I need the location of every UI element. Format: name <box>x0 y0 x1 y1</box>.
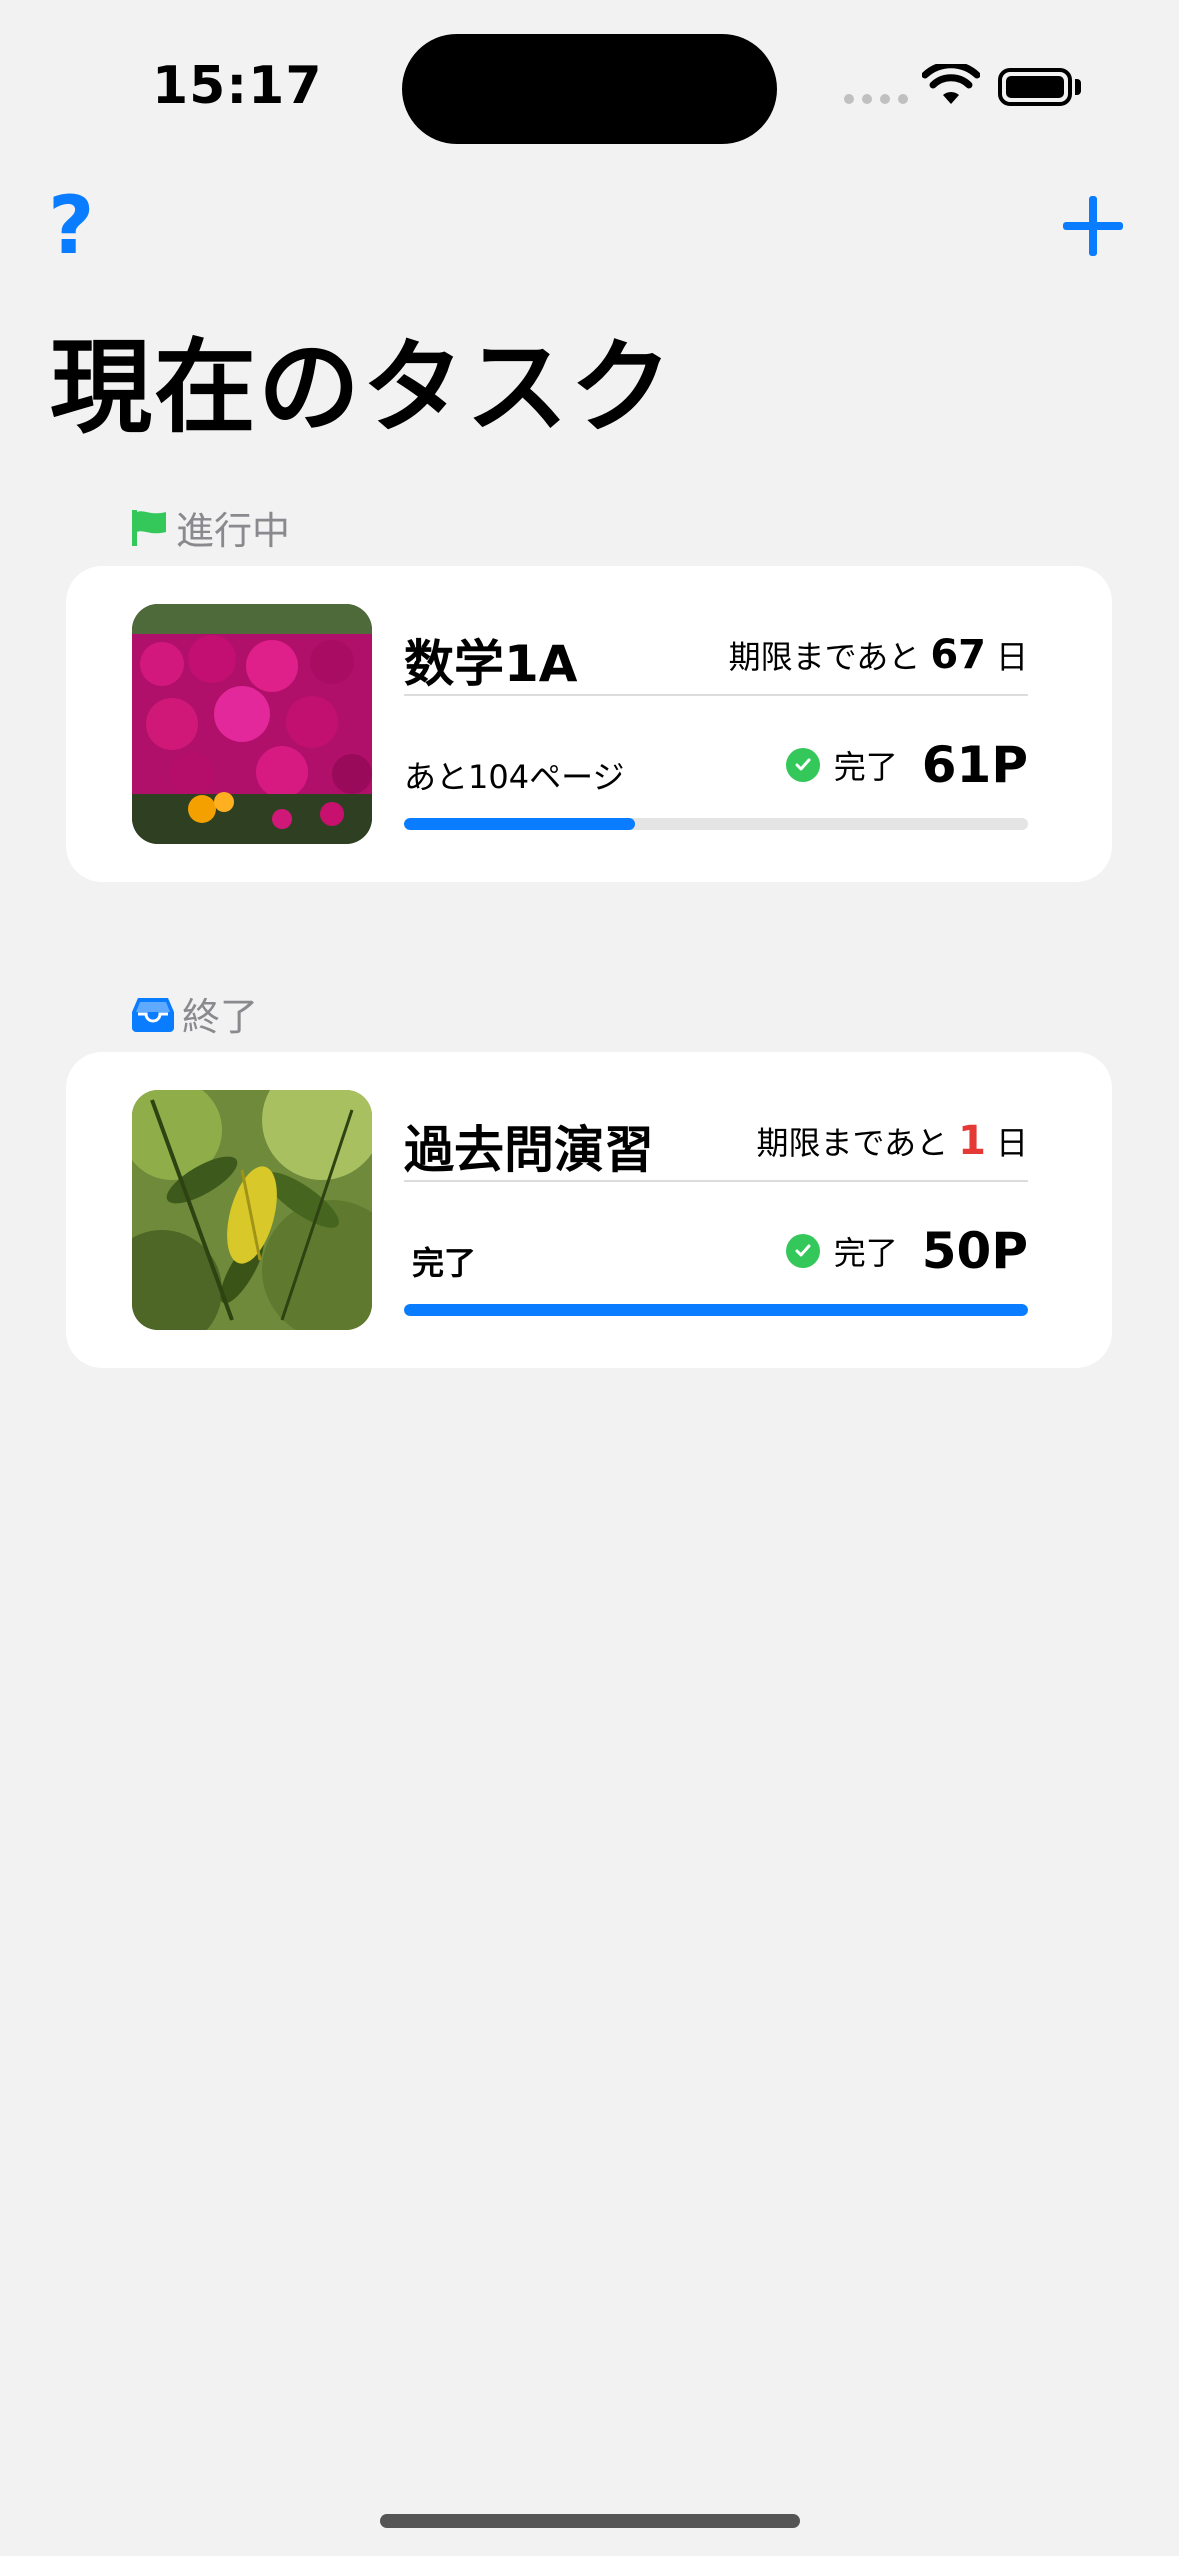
status-time: 15:17 <box>152 56 323 116</box>
section-header-in-progress: 進行中 <box>130 500 290 555</box>
page-title: 現在のタスク <box>50 329 674 448</box>
checkmark-circle-icon <box>785 748 820 782</box>
deadline-text: 期限まであと 67 日 <box>729 632 1028 678</box>
home-indicator[interactable] <box>380 2514 800 2528</box>
flag-icon <box>132 509 166 546</box>
screen: 15:17 ? 現在のタスク 進行中 数学1A 期限まであと 67 日 あと10… <box>0 0 1179 2556</box>
progress-fill <box>404 1304 1028 1316</box>
section-header-finished: 終了 <box>130 986 258 1041</box>
status-text: 完了 <box>412 1244 477 1282</box>
leaf-photo <box>132 1090 372 1330</box>
deadline-unit: 日 <box>995 638 1028 676</box>
pages-done: 61P <box>921 736 1028 794</box>
task-title: 過去問演習 <box>404 1121 654 1179</box>
flower-photo <box>132 604 372 844</box>
help-button[interactable]: ? <box>48 186 94 266</box>
deadline-prefix: 期限まであと <box>728 638 921 676</box>
done-label: 完了 <box>833 748 898 786</box>
task-thumbnail <box>132 604 372 844</box>
deadline-days: 1 <box>958 1118 986 1164</box>
divider <box>404 694 1028 696</box>
progress-bar <box>404 818 1028 830</box>
section-title: 終了 <box>182 995 259 1039</box>
progress-bar <box>404 1304 1028 1316</box>
deadline-days: 67 <box>930 632 986 678</box>
done-count: 完了 50P <box>785 1222 1028 1280</box>
done-label: 完了 <box>833 1234 898 1272</box>
dynamic-island <box>402 34 777 144</box>
task-title: 数学1A <box>404 635 578 693</box>
battery-icon <box>998 68 1072 106</box>
deadline-unit: 日 <box>995 1124 1028 1162</box>
add-task-button[interactable] <box>1063 196 1123 256</box>
task-card[interactable]: 数学1A 期限まであと 67 日 あと104ページ 完了 61P <box>66 566 1112 882</box>
deadline-prefix: 期限まであと <box>756 1124 949 1162</box>
task-thumbnail <box>132 1090 372 1330</box>
battery-tip <box>1075 79 1081 95</box>
divider <box>404 1180 1028 1182</box>
task-card[interactable]: 過去問演習 期限まであと 1 日 完了 完了 50P <box>66 1052 1112 1368</box>
tray-icon <box>132 997 174 1032</box>
pages-done: 50P <box>921 1222 1028 1280</box>
section-title: 進行中 <box>176 509 291 553</box>
deadline-text: 期限まであと 1 日 <box>756 1118 1028 1164</box>
progress-fill <box>404 818 635 830</box>
remaining-pages: あと104ページ <box>404 758 625 796</box>
checkmark-circle-icon <box>785 1234 820 1268</box>
done-count: 完了 61P <box>785 736 1028 794</box>
wifi-icon <box>922 64 980 104</box>
cellular-signal-icon <box>844 94 908 104</box>
